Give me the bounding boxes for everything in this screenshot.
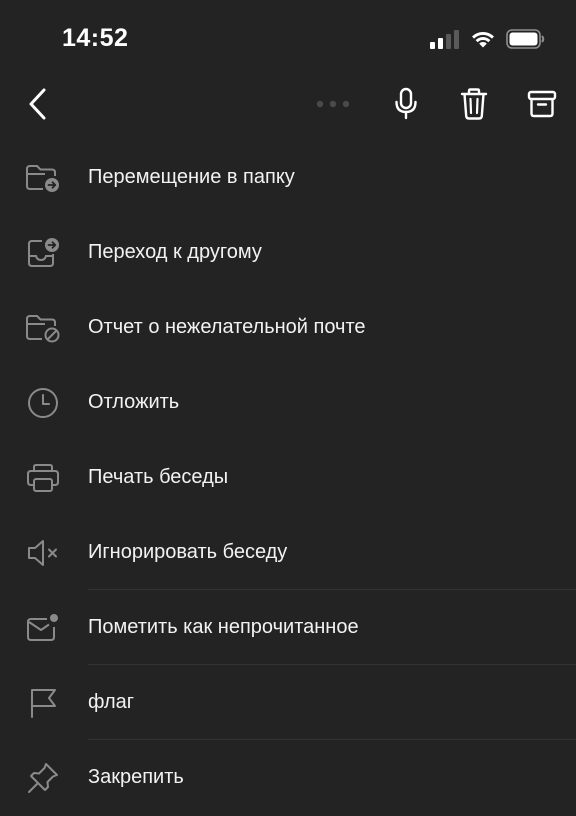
status-bar: 14:52 — [0, 0, 576, 70]
menu-item-label: Печать беседы — [88, 466, 229, 488]
toolbar — [0, 76, 576, 132]
pin-icon — [24, 759, 62, 797]
menu-item-snooze[interactable]: Отложить — [0, 365, 576, 440]
menu-item-label: Пометить как непрочитанное — [88, 616, 359, 638]
archive-button[interactable] — [522, 76, 562, 132]
signal-icon — [430, 29, 460, 49]
menu-item-pin[interactable]: Закрепить — [0, 740, 576, 815]
back-button[interactable] — [18, 76, 58, 132]
folder-block-icon — [24, 309, 62, 347]
menu-item-ignore-conversation[interactable]: Игнорировать беседу — [0, 515, 576, 590]
microphone-icon — [393, 87, 419, 121]
speaker-mute-icon — [24, 534, 62, 572]
menu-item-label: Закрепить — [88, 766, 184, 788]
status-time: 14:52 — [62, 24, 129, 52]
inbox-switch-icon — [24, 234, 62, 272]
menu-item-flag[interactable]: флаг — [0, 665, 576, 740]
menu-item-print-conversation[interactable]: Печать беседы — [0, 440, 576, 515]
delete-button[interactable] — [454, 76, 494, 132]
printer-icon — [24, 459, 62, 497]
screen: 14:52 Перемещение в папку Переход к друг… — [0, 0, 576, 816]
menu-item-move-to-folder[interactable]: Перемещение в папку — [0, 140, 576, 215]
menu-item-label: Отложить — [88, 391, 180, 413]
flag-icon — [24, 684, 62, 722]
mail-unread-icon — [24, 609, 62, 647]
wifi-icon — [470, 29, 496, 49]
battery-icon — [506, 28, 546, 50]
menu-item-report-junk[interactable]: Отчет о нежелательной почте — [0, 290, 576, 365]
chevron-left-icon — [26, 86, 50, 122]
menu-item-mark-unread[interactable]: Пометить как непрочитанное — [0, 590, 576, 665]
clock-icon — [24, 384, 62, 422]
menu-item-label: Перемещение в папку — [88, 166, 295, 188]
status-icons — [430, 27, 546, 51]
menu-item-switch-inbox[interactable]: Переход к другому — [0, 215, 576, 290]
menu-item-label: флаг — [88, 691, 135, 713]
action-menu: Перемещение в папку Переход к другому От… — [0, 140, 576, 815]
trash-icon — [459, 87, 489, 121]
folder-move-icon — [24, 159, 62, 197]
mic-button[interactable] — [386, 76, 426, 132]
more-dots-icon — [315, 99, 351, 109]
menu-item-label: Отчет о нежелательной почте — [88, 316, 366, 338]
more-button[interactable] — [312, 76, 354, 132]
menu-item-label: Переход к другому — [88, 241, 262, 263]
menu-item-label: Игнорировать беседу — [88, 541, 288, 563]
archive-icon — [527, 89, 557, 119]
